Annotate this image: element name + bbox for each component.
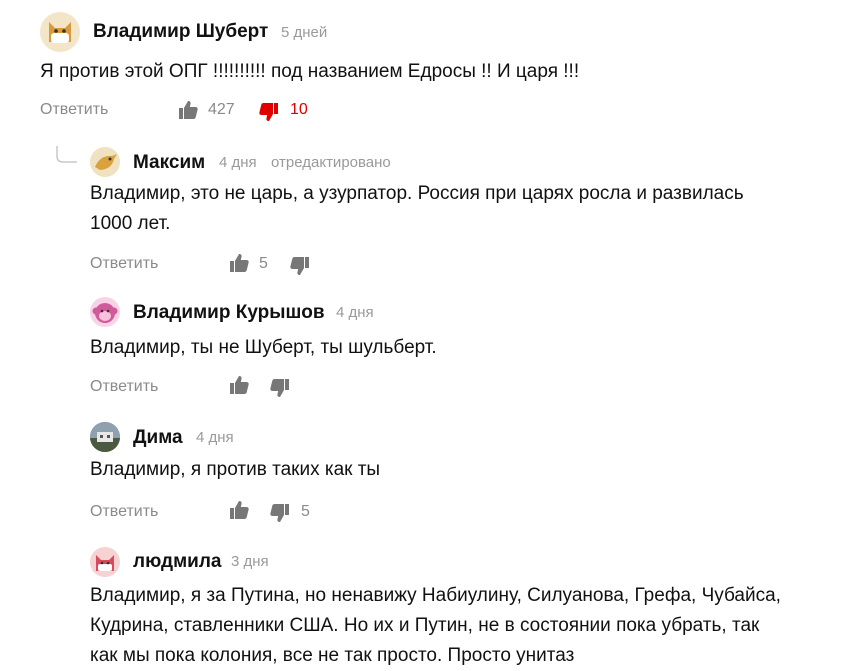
comment-time: 4 дня: [336, 304, 374, 321]
comment-reply: Максим 4 дня отредактировано Владимир, э…: [0, 140, 854, 280]
thumb-up-icon[interactable]: [228, 374, 250, 396]
avatar[interactable]: [90, 422, 120, 452]
comment-reply: Дима 4 дня Владимир, я против таких как …: [0, 415, 854, 535]
reply-button[interactable]: Ответить: [90, 378, 158, 396]
cat-mask-avatar-icon: [49, 22, 71, 43]
thumb-down-icon[interactable]: [269, 502, 291, 524]
thumb-up-icon[interactable]: [177, 99, 199, 121]
comment-author[interactable]: людмила: [133, 551, 221, 573]
thumb-down-icon[interactable]: [289, 255, 311, 277]
like-count: 5: [259, 255, 268, 272]
thumb-down-icon[interactable]: [258, 101, 280, 123]
comment: Владимир Шуберт 5 дней Я против этой ОПГ…: [0, 0, 854, 140]
reply-button[interactable]: Ответить: [90, 503, 158, 521]
comment-reply: людмила 3 дня Владимир, я за Путина, но …: [0, 540, 854, 668]
dislike-count: 5: [301, 503, 310, 520]
comment-time: 5 дней: [281, 24, 328, 41]
comment-text: Владимир, это не царь, а узурпатор. Росс…: [90, 183, 744, 234]
comment-text: Владимир, ты не Шуберт, ты шульберт.: [90, 337, 437, 358]
monkey-avatar-icon: [92, 303, 118, 323]
cat-pink-avatar-icon: [96, 555, 114, 571]
reply-button[interactable]: Ответить: [90, 255, 158, 273]
reply-button[interactable]: Ответить: [40, 101, 108, 119]
comment-time: 4 дня: [196, 429, 234, 446]
comment-author[interactable]: Максим: [133, 152, 205, 174]
photo-avatar-icon: [90, 422, 120, 452]
comment-author[interactable]: Владимир Шуберт: [93, 21, 268, 43]
comment-text: Я против этой ОПГ !!!!!!!!!! под названи…: [40, 61, 580, 82]
avatar[interactable]: [90, 147, 120, 177]
edited-label: отредактировано: [271, 154, 391, 171]
like-count: 427: [208, 101, 235, 118]
comment-author[interactable]: Дима: [133, 427, 183, 449]
thumb-up-icon[interactable]: [228, 252, 250, 274]
comment-time: 3 дня: [231, 553, 269, 570]
comment-text: Владимир, я против таких как ты: [90, 459, 381, 480]
avatar[interactable]: [90, 547, 120, 577]
avatar[interactable]: [90, 297, 120, 327]
comment-reply: Владимир Курышов 4 дня Владимир, ты не Ш…: [0, 290, 854, 410]
comment-author[interactable]: Владимир Курышов: [133, 302, 325, 324]
comment-text: Владимир, я за Путина, но ненавижу Набиу…: [90, 585, 781, 666]
dislike-count: 10: [290, 101, 308, 118]
thumb-up-icon[interactable]: [228, 499, 250, 521]
avatar[interactable]: [40, 12, 80, 52]
bird-avatar-icon: [95, 154, 117, 170]
comment-time: 4 дня: [219, 154, 257, 171]
thumb-down-icon[interactable]: [269, 377, 291, 399]
